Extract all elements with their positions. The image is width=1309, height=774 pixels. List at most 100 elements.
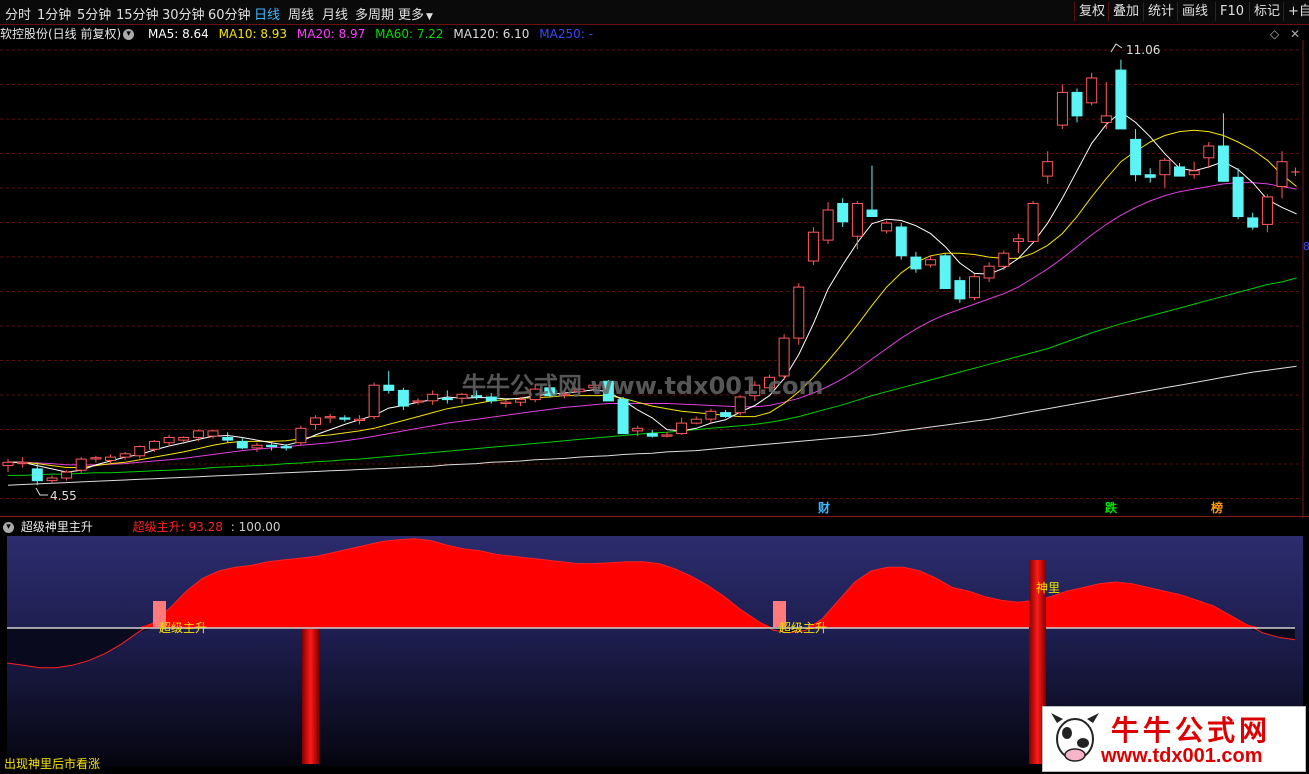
- candle[interactable]: [822, 202, 834, 245]
- candle[interactable]: [690, 416, 702, 425]
- candle[interactable]: [90, 455, 102, 463]
- candle[interactable]: [500, 399, 512, 408]
- tab-1min[interactable]: 1分钟: [37, 4, 71, 23]
- candle[interactable]: [954, 276, 966, 303]
- tab-daily[interactable]: 日线: [254, 4, 280, 23]
- candle[interactable]: [661, 432, 673, 438]
- candle[interactable]: [793, 283, 805, 345]
- mark-button[interactable]: 标记: [1249, 2, 1284, 21]
- candle-body: [75, 458, 87, 471]
- overlay-button[interactable]: 叠加: [1108, 2, 1143, 21]
- candle[interactable]: [397, 387, 409, 411]
- candle[interactable]: [149, 440, 160, 452]
- tab-15min[interactable]: 15分钟: [116, 4, 159, 23]
- candle[interactable]: [119, 451, 131, 460]
- indicator-title: 超级神里主升: [20, 520, 93, 534]
- candle[interactable]: [1042, 151, 1054, 184]
- candle[interactable]: [1012, 233, 1024, 254]
- candle[interactable]: [1027, 200, 1039, 242]
- candle[interactable]: [178, 436, 190, 445]
- candle[interactable]: [75, 457, 87, 473]
- candle[interactable]: [412, 398, 424, 405]
- candle[interactable]: [2, 459, 14, 473]
- draw-button[interactable]: 画线: [1177, 2, 1212, 21]
- chevron-down-icon[interactable]: ▾: [123, 29, 135, 40]
- f10-button[interactable]: F10: [1215, 2, 1248, 21]
- candle[interactable]: [851, 200, 863, 250]
- candle-body: [105, 456, 116, 461]
- custom-button[interactable]: +自: [1283, 2, 1309, 21]
- tab-fenshi[interactable]: 分时: [5, 4, 31, 23]
- candle[interactable]: [61, 470, 73, 481]
- tab-5min[interactable]: 5分钟: [77, 4, 111, 23]
- marker-bang[interactable]: 榜: [1211, 500, 1223, 515]
- candle[interactable]: [266, 442, 278, 451]
- candle[interactable]: [1130, 128, 1142, 182]
- candle[interactable]: [617, 396, 629, 435]
- candle[interactable]: [1086, 72, 1098, 106]
- right-edge-label: 8: [1303, 240, 1309, 253]
- candle[interactable]: [295, 425, 307, 446]
- candle[interactable]: [705, 408, 717, 424]
- candle[interactable]: [676, 417, 688, 435]
- candle-body: [1042, 161, 1054, 177]
- candle[interactable]: [236, 437, 248, 450]
- candle[interactable]: [134, 445, 146, 459]
- tab-60min[interactable]: 60分钟: [208, 4, 251, 23]
- candle[interactable]: [1144, 168, 1156, 183]
- candle[interactable]: [895, 223, 907, 260]
- candle-body: [793, 286, 805, 339]
- candle[interactable]: [383, 370, 395, 394]
- close-icon[interactable]: ✕: [1290, 27, 1300, 41]
- candle[interactable]: [251, 442, 263, 452]
- candle[interactable]: [368, 382, 380, 420]
- candle[interactable]: [1276, 151, 1288, 199]
- tab-weekly[interactable]: 周线: [288, 4, 314, 23]
- candle[interactable]: [31, 462, 43, 486]
- candle-body: [236, 440, 248, 449]
- candle[interactable]: [998, 250, 1010, 271]
- candle[interactable]: [192, 429, 204, 442]
- candle[interactable]: [1071, 88, 1083, 123]
- candle[interactable]: [720, 410, 732, 418]
- candle-body: [310, 417, 321, 425]
- cow-icon: [1051, 713, 1099, 762]
- candle[interactable]: [1247, 212, 1259, 230]
- candle[interactable]: [1100, 81, 1112, 129]
- candle[interactable]: [1203, 142, 1215, 169]
- candle[interactable]: [866, 165, 878, 217]
- chevron-up-icon[interactable]: ◇: [1270, 27, 1279, 41]
- candle[interactable]: [46, 475, 58, 484]
- candle[interactable]: [939, 253, 951, 290]
- candle[interactable]: [969, 274, 980, 301]
- candle[interactable]: [17, 457, 29, 468]
- tab-more[interactable]: 更多 ▼: [398, 4, 433, 23]
- candle[interactable]: [1115, 59, 1127, 130]
- candle[interactable]: [1232, 168, 1244, 220]
- panel-separator[interactable]: [0, 516, 1309, 517]
- candle[interactable]: [1159, 157, 1171, 188]
- candle[interactable]: [310, 415, 321, 430]
- candle[interactable]: [339, 415, 351, 422]
- tab-30min[interactable]: 30分钟: [162, 4, 205, 23]
- tab-monthly[interactable]: 月线: [322, 4, 348, 23]
- candle[interactable]: [427, 390, 439, 405]
- fuquan-button[interactable]: 复权: [1074, 2, 1109, 21]
- marker-cai[interactable]: 财: [817, 500, 830, 515]
- stats-button[interactable]: 统计: [1143, 2, 1178, 21]
- candle[interactable]: [646, 429, 658, 438]
- candle[interactable]: [324, 413, 336, 424]
- candle[interactable]: [910, 251, 922, 273]
- candle[interactable]: [1261, 194, 1273, 233]
- candle[interactable]: [354, 415, 365, 425]
- candle-body: [1247, 217, 1259, 228]
- chevron-down-icon[interactable]: ▾: [3, 522, 14, 533]
- tab-multi-period[interactable]: 多周期: [355, 4, 394, 23]
- marker-die[interactable]: 跌: [1105, 500, 1118, 515]
- candle[interactable]: [1056, 84, 1068, 129]
- candle[interactable]: [1217, 113, 1229, 182]
- candle[interactable]: [807, 227, 819, 265]
- candle[interactable]: [222, 432, 234, 443]
- kline-chart[interactable]: 牛牛公式网 www.tdx001.com 11.06 4.55 财 跌 榜 8 …: [0, 40, 1309, 518]
- candle[interactable]: [983, 262, 995, 282]
